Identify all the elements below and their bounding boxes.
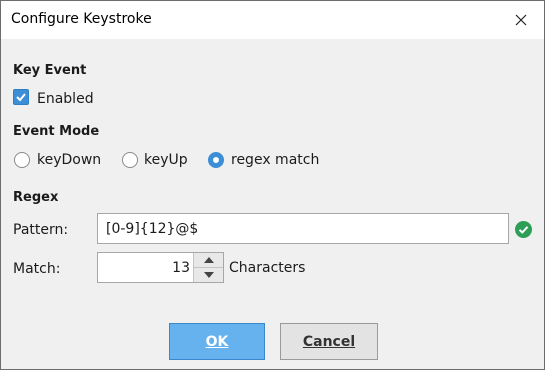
radio-keyup-label[interactable]: keyUp	[144, 152, 188, 168]
checkmark-icon	[16, 93, 26, 102]
match-stepper[interactable]	[97, 252, 224, 283]
key-event-heading: Key Event	[13, 63, 87, 78]
chevron-down-icon	[203, 272, 214, 278]
ok-button[interactable]: OK	[169, 323, 265, 360]
enabled-checkbox[interactable]	[13, 89, 29, 105]
title-bar: Configure Keystroke	[1, 1, 544, 39]
increment-button[interactable]	[193, 253, 223, 268]
event-mode-heading: Event Mode	[13, 124, 100, 139]
radio-regex-match-label[interactable]: regex match	[231, 152, 319, 168]
radio-keyup[interactable]	[122, 152, 138, 168]
pattern-input[interactable]	[98, 214, 501, 243]
match-input[interactable]	[98, 253, 190, 282]
close-icon	[515, 14, 527, 26]
chevron-up-icon	[203, 257, 214, 263]
match-label: Match:	[13, 261, 61, 277]
check-circle-icon	[515, 221, 532, 238]
regex-heading: Regex	[13, 190, 59, 205]
match-unit-label: Characters	[229, 260, 306, 276]
enabled-label[interactable]: Enabled	[37, 91, 94, 107]
cancel-button[interactable]: Cancel	[280, 323, 378, 360]
radio-regex-match[interactable]	[208, 152, 224, 168]
pattern-label: Pattern:	[13, 222, 69, 238]
close-button[interactable]	[498, 1, 544, 39]
radio-keydown[interactable]	[14, 152, 30, 168]
configure-keystroke-dialog: Configure Keystroke Key Event Enabled Ev…	[0, 0, 545, 370]
pattern-field[interactable]	[97, 213, 509, 244]
radio-keydown-label[interactable]: keyDown	[37, 152, 101, 168]
window-title: Configure Keystroke	[11, 11, 152, 27]
decrement-button[interactable]	[193, 268, 223, 282]
